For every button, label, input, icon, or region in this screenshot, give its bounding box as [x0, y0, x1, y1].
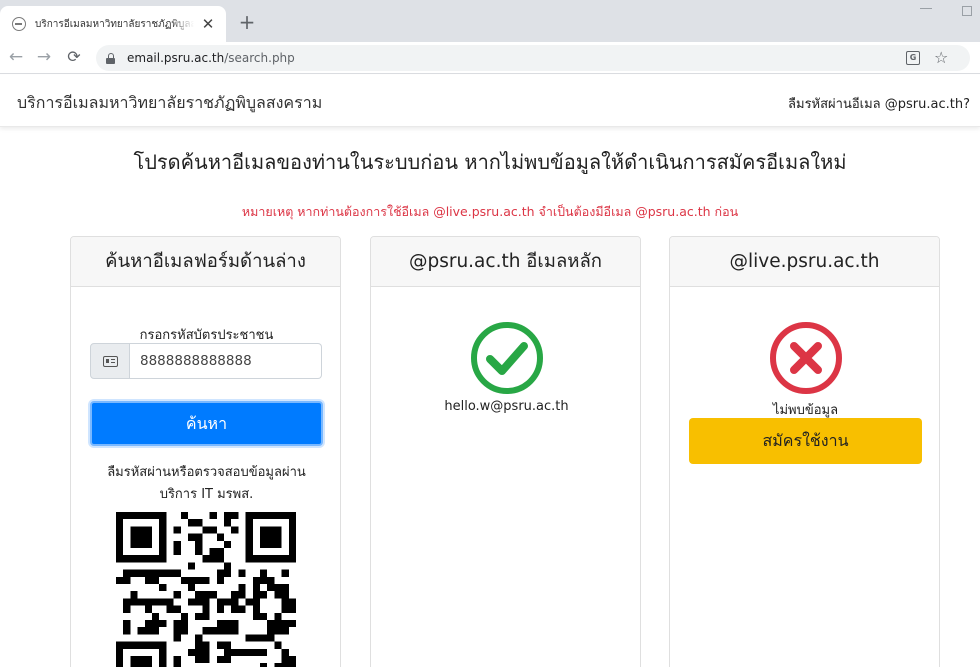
help-text-line2: บริการ IT มรพส. [159, 487, 254, 502]
primary-email-card: @psru.ac.th อีเมลหลัก hello.w@psru.ac.th [370, 236, 641, 667]
search-button[interactable]: ค้นหา [90, 401, 323, 446]
register-button[interactable]: สมัครใช้งาน [689, 418, 922, 464]
qr-modules [116, 512, 296, 667]
browser-tab-strip: บริการอีเมลมหาวิทยาลัยราชภัฏพิบูลสงคราม … [0, 0, 980, 42]
check-circle-icon [471, 322, 543, 394]
search-card: ค้นหาอีเมลฟอร์มด้านล่าง กรอกรหัสบัตรประช… [70, 236, 341, 667]
page-headline: โปรดค้นหาอีเมลของท่านในระบบก่อน หากไม่พบ… [133, 150, 847, 174]
browser-toolbar: ← → ⟳ email.psru.ac.th/search.php G ☆ [0, 42, 980, 74]
star-icon[interactable]: ☆ [934, 48, 948, 67]
live-email-card-title: @live.psru.ac.th [670, 237, 939, 287]
id-field-label: กรอกรหัสบัตรประชาชน [139, 328, 274, 343]
help-text-line1: ลืมรหัสผ่านหรือตรวจสอบข้อมูลผ่าน [107, 465, 306, 480]
notice-text: หมายเหตุ หากท่านต้องการใช้อีเมล @live.ps… [241, 204, 739, 219]
live-email-card: @live.psru.ac.th ไม่พบข้อมูล สมัครใช้งาน [669, 236, 940, 667]
close-icon[interactable]: ✕ [200, 15, 216, 33]
browser-tab[interactable]: บริการอีเมลมหาวิทยาลัยราชภัฏพิบูลสงคราม … [0, 6, 226, 42]
back-icon[interactable]: ← [6, 47, 26, 67]
globe-icon [12, 17, 26, 31]
tab-title: บริการอีเมลมหาวิทยาลัยราชภัฏพิบูลสงคราม [35, 18, 194, 30]
id-number-input[interactable] [130, 343, 322, 379]
reload-icon[interactable]: ⟳ [64, 47, 84, 67]
primary-email-card-title: @psru.ac.th อีเมลหลัก [371, 237, 640, 287]
id-card-icon [102, 355, 118, 367]
translate-icon[interactable]: G [906, 51, 920, 65]
plus-icon[interactable]: + [236, 11, 258, 33]
site-navbar: บริการอีเมลมหาวิทยาลัยราชภัฏพิบูลสงคราม … [0, 75, 980, 127]
window-minimize-icon[interactable] [920, 8, 932, 9]
x-circle-icon [770, 322, 842, 394]
help-text: ลืมรหัสผ่านหรือตรวจสอบข้อมูลผ่าน บริการ … [91, 462, 322, 506]
forgot-password-link[interactable]: ลืมรหัสผ่านอีเมล @psru.ac.th? [788, 93, 970, 114]
address-bar[interactable]: email.psru.ac.th/search.php G ☆ [96, 45, 970, 71]
url-path: /search.php [224, 51, 295, 65]
input-addon [90, 343, 130, 379]
lock-icon[interactable] [106, 52, 115, 64]
site-brand[interactable]: บริการอีเมลมหาวิทยาลัยราชภัฏพิบูลสงคราม [17, 91, 322, 116]
forward-icon[interactable]: → [34, 47, 54, 67]
url-host: email.psru.ac.th [127, 51, 225, 65]
not-found-text: ไม่พบข้อมูล [772, 403, 839, 418]
window-maximize-icon[interactable] [962, 6, 972, 16]
primary-email-value: hello.w@psru.ac.th [444, 399, 569, 414]
qr-code [116, 512, 296, 667]
id-input-group [90, 343, 322, 379]
search-card-title: ค้นหาอีเมลฟอร์มด้านล่าง [71, 237, 340, 287]
